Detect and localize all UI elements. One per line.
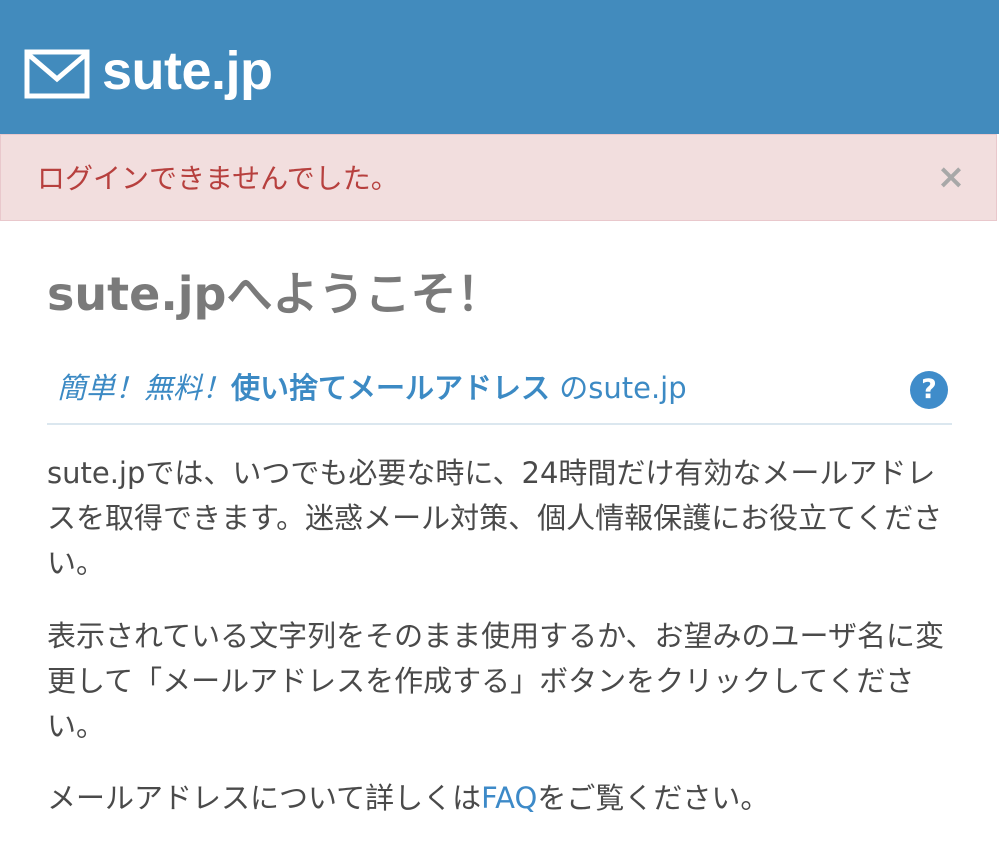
faq-text-before: メールアドレスについて詳しくは	[47, 781, 482, 815]
faq-paragraph: メールアドレスについて詳しくはFAQをご覧ください。	[47, 776, 952, 821]
tagline-free-text: 簡単！無料！	[57, 371, 232, 405]
site-logo-text[interactable]: sute.jp	[102, 38, 273, 104]
intro-paragraph: sute.jpでは、いつでも必要な時に、24時間だけ有効なメールアドレスを取得で…	[47, 456, 943, 580]
help-icon[interactable]: ?	[910, 371, 948, 409]
close-icon[interactable]: ×	[935, 157, 967, 197]
instruction-paragraph: 表示されている文字列をそのまま使用するか、お望みのユーザ名に変更して「メールアド…	[47, 619, 944, 743]
tagline-site-text: のsute.jp	[559, 371, 687, 405]
alert-message: ログインできませんでした。	[37, 162, 399, 195]
divider	[47, 423, 952, 425]
faq-link[interactable]: FAQ	[481, 781, 537, 815]
page-title: sute.jpへようこそ！	[47, 267, 503, 321]
site-header: sute.jp	[0, 0, 999, 134]
login-error-alert: ログインできませんでした。 ×	[0, 134, 997, 221]
envelope-icon[interactable]	[24, 49, 90, 99]
faq-text-after: をご覧ください。	[537, 781, 770, 815]
tagline: 簡単！無料！使い捨てメールアドレス のsute.jp	[57, 366, 687, 410]
tagline-disposable-email-text: 使い捨てメールアドレス	[231, 371, 551, 405]
